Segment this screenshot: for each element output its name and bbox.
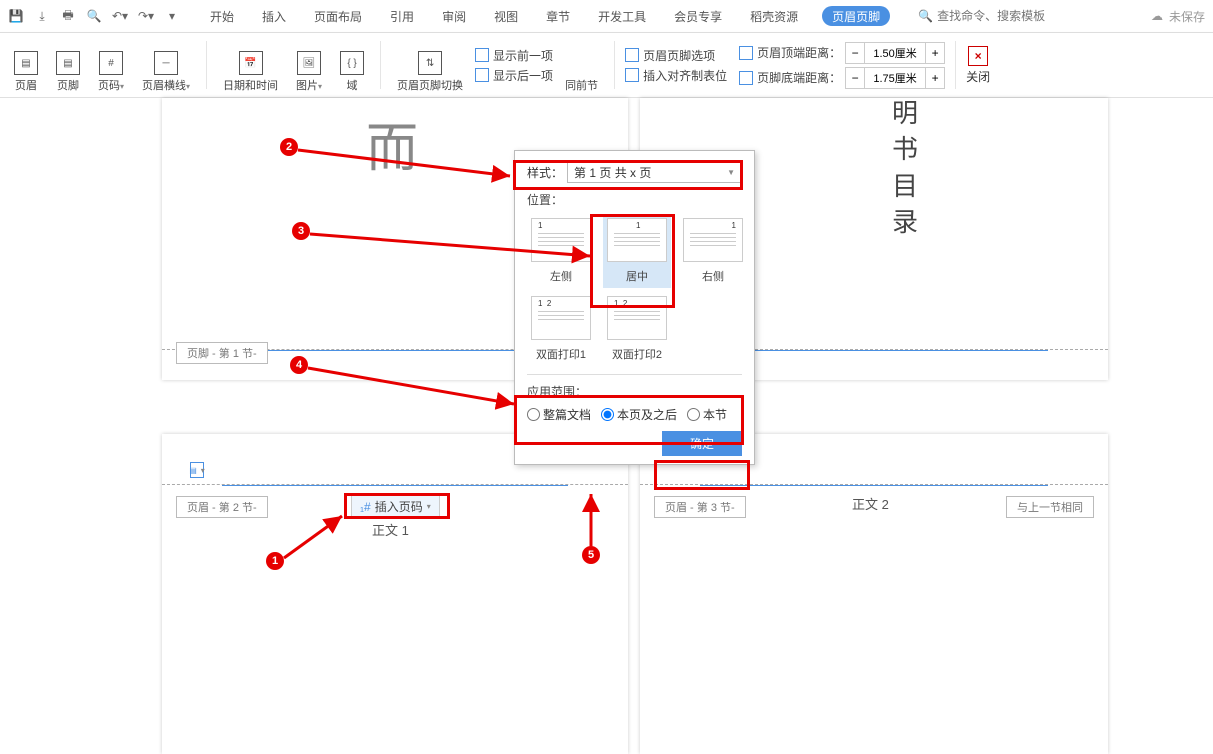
dec-button[interactable]: − [846, 68, 864, 88]
chevron-down-icon: ▼ [727, 168, 735, 177]
page-number-popup: 样式： 第 1 页 共 x 页 ▼ 位置： 1 左侧 1 居中 1 右侧 [514, 150, 755, 465]
chevron-down-icon: ▾ [427, 502, 431, 511]
ok-button[interactable]: 确定 [662, 431, 742, 456]
quick-access-toolbar: 💾 ⤓ 🖶 🔍 ↶▾ ↷▾ ▾ [8, 8, 180, 24]
header-dist-icon [739, 46, 753, 60]
overflow-icon[interactable]: ▾ [164, 8, 180, 24]
unsaved-label: 未保存 [1169, 8, 1205, 25]
position-label: 位置： [527, 191, 742, 208]
tab-references[interactable]: 引用 [386, 0, 418, 32]
insert-align-tab-button[interactable]: 插入对齐制表位 [625, 67, 727, 84]
dec-button[interactable]: − [846, 43, 864, 63]
field-button[interactable]: { }域 [334, 37, 370, 93]
show-next-button[interactable]: 显示后一项 [475, 67, 553, 84]
header-top-dist-input[interactable] [864, 43, 926, 63]
tab-view[interactable]: 视图 [490, 0, 522, 32]
header-line-button[interactable]: ─页眉横线▾ [136, 37, 196, 93]
tab-page-layout[interactable]: 页面布局 [310, 0, 366, 32]
scope-this-section[interactable]: 本节 [687, 406, 727, 423]
scope-whole-doc[interactable]: 整篇文档 [527, 406, 591, 423]
search-icon: 🔍 [918, 9, 933, 23]
distance-group: 页眉顶端距离： − + 页脚底端距离： − + [739, 42, 945, 89]
style-value: 第 1 页 共 x 页 [574, 164, 651, 181]
undo-icon[interactable]: ↶▾ [112, 8, 128, 24]
close-header-footer-button[interactable]: × 关闭 [966, 46, 990, 85]
header-section-tag: 页眉 - 第 2 节- [176, 496, 268, 518]
header-area[interactable] [640, 484, 1108, 485]
export-icon[interactable]: ⤓ [34, 8, 50, 24]
style-select[interactable]: 第 1 页 共 x 页 ▼ [567, 161, 742, 183]
header-area[interactable] [162, 484, 628, 485]
scope-label: 应用范围： [527, 383, 742, 400]
header-footer-options-button[interactable]: 页眉页脚选项 [625, 47, 727, 64]
date-time-button[interactable]: 📅日期和时间 [217, 37, 284, 93]
tab-resources[interactable]: 稻壳资源 [746, 0, 802, 32]
tab-insert[interactable]: 插入 [258, 0, 290, 32]
body-text: 正文 1 [372, 520, 409, 539]
header-section-tag: 页眉 - 第 3 节- [654, 496, 746, 518]
page-number-button[interactable]: #页码▾ [92, 37, 130, 93]
close-icon: × [968, 46, 988, 66]
redo-icon[interactable]: ↷▾ [138, 8, 154, 24]
tab-sections[interactable]: 章节 [542, 0, 574, 32]
insert-page-number-button[interactable]: ₁# 插入页码 ▾ [351, 494, 440, 519]
tab-review[interactable]: 审阅 [438, 0, 470, 32]
tab-start[interactable]: 开始 [206, 0, 238, 32]
titlebar-right: ☁ 未保存 [1151, 8, 1205, 25]
title-bar: 💾 ⤓ 🖶 🔍 ↶▾ ↷▾ ▾ 开始 插入 页面布局 引用 审阅 视图 章节 开… [0, 0, 1213, 33]
options-group: 页眉页脚选项 插入对齐制表位 [625, 47, 727, 84]
footer-bottom-dist-stepper[interactable]: − + [845, 67, 945, 89]
tab-developer[interactable]: 开发工具 [594, 0, 650, 32]
inc-button[interactable]: + [926, 43, 944, 63]
ribbon: ▤页眉 ▤页脚 #页码▾ ─页眉横线▾ 📅日期和时间 🖼图片▾ { }域 ⇅页眉… [0, 33, 1213, 98]
footer-bottom-dist-label: 页脚底端距离： [757, 69, 841, 86]
footer-dist-icon [739, 71, 753, 85]
same-as-prev-button[interactable]: 同前节 [559, 37, 604, 93]
cloud-icon: ☁ [1151, 9, 1163, 23]
scope-this-and-after[interactable]: 本页及之后 [601, 406, 677, 423]
print-icon[interactable]: 🖶 [60, 8, 76, 24]
arrow-1 [280, 512, 350, 565]
position-duplex-1[interactable]: 1 2 双面打印1 [527, 292, 595, 366]
page-number-icon: ₁# [360, 500, 371, 514]
document-icon[interactable]: ▤▾ [190, 462, 204, 478]
header-top-dist-stepper[interactable]: − + [845, 42, 945, 64]
footer-button[interactable]: ▤页脚 [50, 37, 86, 93]
search-input[interactable] [937, 9, 1077, 23]
same-as-prev-tag: 与上一节相同 [1006, 496, 1094, 518]
separator [206, 41, 207, 89]
position-duplex-2[interactable]: 1 2 双面打印2 [603, 292, 671, 366]
save-icon[interactable]: 💾 [8, 8, 24, 24]
picture-button[interactable]: 🖼图片▾ [290, 37, 328, 93]
separator [380, 41, 381, 89]
document-canvas: 而 页脚 - 第 1 节- 样式： 第 1 页 共 x 页 ▼ 位置： 1 左侧 [0, 98, 1213, 745]
body-text: 正文 2 [852, 494, 889, 513]
arrow-2 [294, 144, 514, 187]
arrow-4 [304, 362, 520, 415]
header-footer-switch-button[interactable]: ⇅页眉页脚切换 [391, 37, 469, 93]
preview-icon[interactable]: 🔍 [86, 8, 102, 24]
page-3-right: 页眉 - 第 3 节- 与上一节相同 正文 2 [640, 434, 1108, 754]
ribbon-tabs: 开始 插入 页面布局 引用 审阅 视图 章节 开发工具 会员专享 稻壳资源 页眉… [206, 0, 890, 32]
page-2-left: ▤▾ 页眉 - 第 2 节- ₁# 插入页码 ▾ 正文 1 [162, 434, 628, 754]
position-right[interactable]: 1 右侧 [679, 214, 747, 288]
separator [614, 41, 615, 89]
command-search[interactable]: 🔍 [918, 9, 1077, 23]
style-label: 样式： [527, 164, 563, 181]
position-center[interactable]: 1 居中 [603, 214, 671, 288]
show-prev-button[interactable]: 显示前一项 [475, 47, 553, 64]
arrow-5 [576, 490, 606, 553]
vertical-text: 明 书 目 录 [892, 96, 918, 242]
tab-member[interactable]: 会员专享 [670, 0, 726, 32]
footer-bottom-dist-input[interactable] [864, 68, 926, 88]
header-button[interactable]: ▤页眉 [8, 37, 44, 93]
inc-button[interactable]: + [926, 68, 944, 88]
nav-group: 显示前一项 显示后一项 [475, 47, 553, 84]
header-top-dist-label: 页眉顶端距离： [757, 44, 841, 61]
tab-header-footer[interactable]: 页眉页脚 [822, 6, 890, 26]
footer-section-tag: 页脚 - 第 1 节- [176, 342, 268, 364]
separator [955, 41, 956, 89]
arrow-3 [306, 228, 596, 271]
